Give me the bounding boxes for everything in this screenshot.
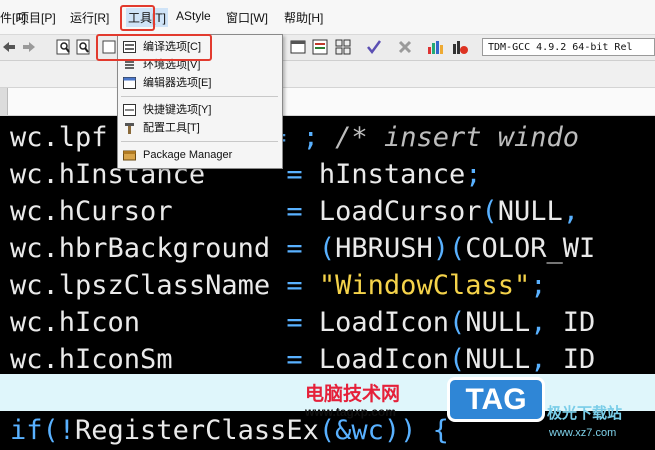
package-icon <box>123 150 136 161</box>
code-line: wc.hIcon = LoadIcon(NULL, ID <box>10 307 596 338</box>
highlight-compiler-options <box>96 34 212 61</box>
watermark: 电脑技术网 www.tagxp.com TAG 极光下载站 www.xz7.co… <box>305 377 655 450</box>
menu-item-configure-tools[interactable]: 配置工具[T] <box>118 119 282 137</box>
grid-icon[interactable] <box>334 38 352 56</box>
menu-item-package-manager[interactable]: Package Manager <box>118 146 282 164</box>
code-line: wc.lpszClassName = "WindowClass"; <box>10 270 547 301</box>
profile-chart-icon[interactable] <box>451 38 469 56</box>
editor-options-icon <box>123 77 136 89</box>
code-line: wc.hbrBackground = (HBRUSH)(COLOR_WI <box>10 233 596 264</box>
watermark-url: www.tagxp.com <box>305 405 396 419</box>
watermark-right-url: www.xz7.com <box>549 427 617 439</box>
chart-icon[interactable] <box>426 38 444 56</box>
menu-window[interactable]: 窗口[W] <box>226 9 268 26</box>
code-line: wc.lpf = ; /* insert windo <box>10 122 580 153</box>
check-icon[interactable] <box>365 38 383 56</box>
menu-item-shortcut-options[interactable]: 快捷键选项[Y] <box>118 101 282 119</box>
code-line: wc.hIconSm = LoadIcon(NULL, ID <box>10 344 596 375</box>
undo-icon[interactable] <box>0 38 18 56</box>
watermark-right-text: 极光下载站 <box>547 405 623 422</box>
menu-help[interactable]: 帮助[H] <box>284 9 323 26</box>
compiler-select[interactable]: TDM-GCC 4.9.2 64-bit Rel <box>482 38 655 56</box>
secondary-toolbar <box>0 61 655 88</box>
shortcut-options-icon <box>123 104 136 116</box>
redo-icon[interactable] <box>20 38 38 56</box>
code-line: wc.hCursor = LoadCursor(NULL, <box>10 196 580 227</box>
window-icon[interactable] <box>289 38 307 56</box>
watermark-tag-logo: TAG <box>447 377 545 422</box>
tab-bar-edge <box>0 88 8 115</box>
highlight-tools-menu <box>120 5 155 31</box>
menu-astyle[interactable]: AStyle <box>176 9 211 23</box>
close-x-icon[interactable] <box>396 38 414 56</box>
watermark-title: 电脑技术网 <box>305 384 401 405</box>
menu-project[interactable]: 项目[P] <box>17 9 56 26</box>
menu-item-editor-options[interactable]: 编辑器选项[E] <box>118 74 282 92</box>
menu-separator <box>121 96 278 97</box>
editor-tab-bar <box>0 88 655 116</box>
menu-separator <box>121 141 278 142</box>
replace-icon[interactable] <box>75 38 93 56</box>
menu-bar: 文件[F] 项目[P] 运行[R] 工具[T] AStyle 窗口[W] 帮助[… <box>0 0 655 35</box>
find-icon[interactable] <box>55 38 73 56</box>
new-class-icon[interactable] <box>311 38 329 56</box>
hammer-icon <box>125 123 134 134</box>
menu-run[interactable]: 运行[R] <box>70 9 109 26</box>
